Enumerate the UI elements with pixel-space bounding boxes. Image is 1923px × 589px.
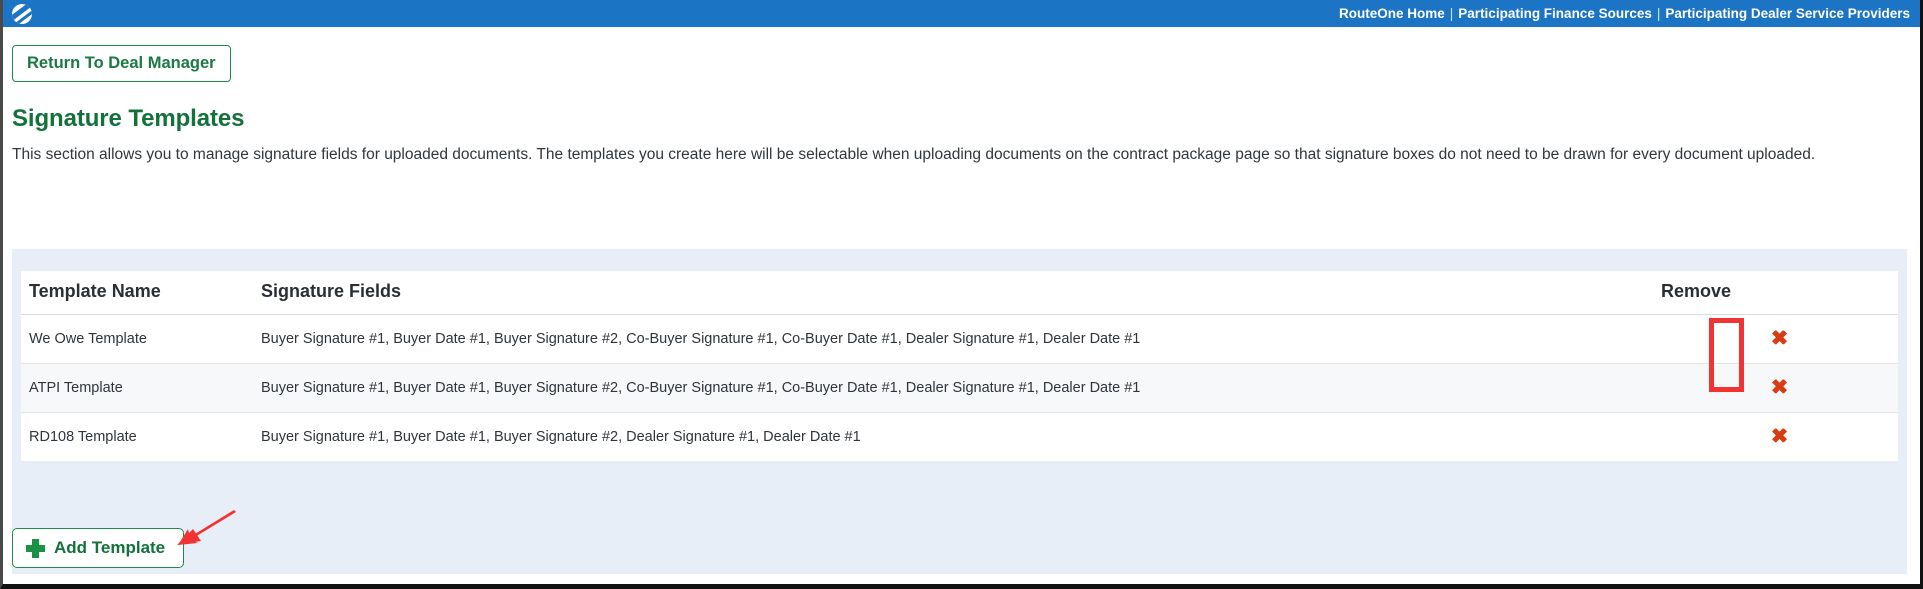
column-header-signature-fields: Signature Fields xyxy=(253,271,1653,315)
nav-link-routeone-home[interactable]: RouteOne Home xyxy=(1339,6,1445,21)
table-row: We Owe Template Buyer Signature #1, Buye… xyxy=(21,314,1898,364)
cell-template-name: RD108 Template xyxy=(29,428,137,445)
cell-remove: ✖ xyxy=(1653,314,1898,364)
add-template-button[interactable]: Add Template xyxy=(12,528,185,568)
table-row: ATPI Template Buyer Signature #1, Buyer … xyxy=(21,363,1898,413)
green-plus-icon xyxy=(26,538,45,558)
table-header-row: Template Name Signature Fields Remove xyxy=(21,271,1898,315)
nav-link-participating-dealer-service-providers[interactable]: Participating Dealer Service Providers xyxy=(1665,6,1910,21)
cell-signature-fields: Buyer Signature #1, Buyer Date #1, Buyer… xyxy=(253,363,1653,413)
remove-x-icon[interactable]: ✖ xyxy=(1771,377,1789,398)
top-navigation-bar: RouteOne Home | Participating Finance So… xyxy=(3,0,1920,27)
add-template-label: Add Template xyxy=(54,538,166,557)
table-body: We Owe Template Buyer Signature #1, Buye… xyxy=(21,314,1898,462)
column-header-remove: Remove xyxy=(1653,271,1898,315)
page-root: RouteOne Home | Participating Finance So… xyxy=(0,0,1923,589)
remove-x-icon[interactable]: ✖ xyxy=(1771,426,1789,447)
return-to-deal-manager-button[interactable]: Return To Deal Manager xyxy=(12,45,231,82)
nav-separator-1: | xyxy=(1449,6,1454,21)
table-header: Template Name Signature Fields Remove xyxy=(21,271,1898,315)
page-title: Signature Templates xyxy=(12,105,245,132)
signature-templates-table: Template Name Signature Fields Remove We… xyxy=(21,271,1898,461)
nav-separator-2: | xyxy=(1656,6,1661,21)
table-row: RD108 Template Buyer Signature #1, Buyer… xyxy=(21,413,1898,462)
templates-table-container: Template Name Signature Fields Remove We… xyxy=(21,271,1898,461)
cell-signature-fields: Buyer Signature #1, Buyer Date #1, Buyer… xyxy=(253,314,1653,364)
signature-templates-panel: Template Name Signature Fields Remove We… xyxy=(12,249,1907,574)
cell-template-name: We Owe Template xyxy=(21,314,253,364)
remove-x-icon[interactable]: ✖ xyxy=(1771,328,1789,349)
routeone-logo-icon[interactable] xyxy=(11,3,32,24)
cell-signature-fields: Buyer Signature #1, Buyer Date #1, Buyer… xyxy=(261,428,861,445)
top-nav-links: RouteOne Home | Participating Finance So… xyxy=(1339,6,1910,21)
cell-remove: ✖ xyxy=(1653,363,1898,413)
cell-remove: ✖ xyxy=(1653,413,1898,462)
nav-link-participating-finance-sources[interactable]: Participating Finance Sources xyxy=(1458,6,1652,21)
cell-template-name: ATPI Template xyxy=(21,363,253,413)
column-header-template-name: Template Name xyxy=(21,271,253,315)
page-description: This section allows you to manage signat… xyxy=(12,146,1816,163)
